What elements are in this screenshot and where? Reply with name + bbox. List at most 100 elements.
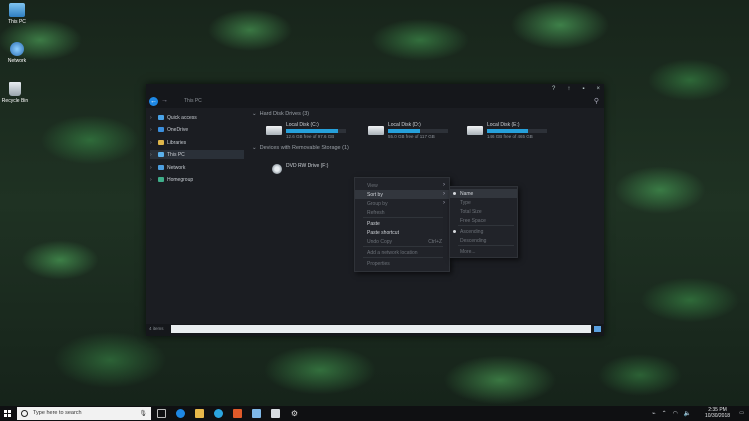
menu-item-label: Sort by xyxy=(367,192,383,198)
expand-arrow-icon[interactable]: › xyxy=(150,140,155,146)
desktop-icon-label: Network xyxy=(7,58,27,64)
drive-tile-e[interactable]: Local Disk (E:) 146 GB free of 465 GB xyxy=(467,121,557,141)
chevron-down-icon: ⌄ xyxy=(252,145,257,151)
menu-item-label: Properties xyxy=(367,261,390,267)
menu-item-label: Group by xyxy=(367,201,388,207)
menu-item-label: View xyxy=(367,183,378,189)
sidebar-item-quick-access[interactable]: › Quick access xyxy=(150,113,244,122)
microphone-icon[interactable]: 🎙 xyxy=(139,410,147,417)
task-view-icon[interactable] xyxy=(157,409,166,418)
telegram-icon[interactable] xyxy=(214,409,223,418)
dvd-drive-icon xyxy=(272,164,282,174)
menu-separator xyxy=(458,225,514,226)
context-menu-item-add-a-network-location[interactable]: Add a network location xyxy=(355,248,449,257)
status-bar-area xyxy=(171,325,591,333)
search-icon[interactable]: ⚲ xyxy=(594,97,599,105)
context-menu-item-view[interactable]: View › xyxy=(355,181,449,190)
back-arrow-icon[interactable]: ← xyxy=(149,97,158,106)
notification-center-icon[interactable]: ▭ xyxy=(739,410,744,416)
hard-drive-icon xyxy=(467,126,483,135)
chevron-right-icon: › xyxy=(443,191,445,197)
sidebar-item-label: OneDrive xyxy=(167,126,189,133)
drive-usage-bar xyxy=(487,129,547,133)
sidebar-item-homegroup[interactable]: › Homegroup xyxy=(150,175,244,184)
chevron-right-icon: › xyxy=(443,200,445,206)
tiles-view-icon[interactable] xyxy=(594,326,601,332)
menu-item-label: Free Space xyxy=(460,218,486,224)
volume-icon[interactable]: 🔈 xyxy=(684,410,691,417)
notepad-icon[interactable] xyxy=(271,409,280,418)
drive-usage-bar xyxy=(388,129,448,133)
help-button[interactable]: ? xyxy=(552,86,555,92)
close-button[interactable]: × xyxy=(596,86,600,92)
context-menu-item-properties[interactable]: Properties xyxy=(355,259,449,268)
edge-browser-icon[interactable] xyxy=(176,409,185,418)
drive-tile-d[interactable]: Local Disk (D:) 55.0 GB free of 117 GB xyxy=(368,121,458,141)
taskbar-clock[interactable]: 2:35 PM 10/30/2018 xyxy=(705,407,730,419)
sort-option-type[interactable]: Type xyxy=(450,198,517,207)
clock-date: 10/30/2018 xyxy=(705,413,731,419)
sort-option-ascending[interactable]: Ascending xyxy=(450,227,517,236)
search-placeholder: Type here to search xyxy=(33,410,82,416)
group-header-label: Hard Disk Drives (3) xyxy=(259,111,310,117)
menu-separator xyxy=(363,246,443,247)
wifi-icon[interactable]: ◠ xyxy=(673,410,678,417)
desktop-icon-network[interactable]: Network xyxy=(2,42,32,64)
file-explorer-icon[interactable] xyxy=(195,409,204,418)
menu-item-label: Descending xyxy=(460,238,487,244)
sidebar-item-label: Network xyxy=(167,164,186,171)
drive-usage-bar xyxy=(286,129,346,133)
chevron-right-icon: › xyxy=(443,182,445,188)
maximize-button[interactable]: ▪ xyxy=(582,86,584,92)
drive-name: Local Disk (C:) xyxy=(286,122,319,128)
hard-drive-icon xyxy=(368,126,384,135)
drive-tile-dvd[interactable]: DVD RW Drive (F:) xyxy=(270,162,360,182)
context-menu-item-refresh[interactable]: Refresh xyxy=(355,208,449,217)
sidebar-item-this-pc[interactable]: › This PC xyxy=(150,150,244,159)
chevron-up-icon[interactable]: ⌃ xyxy=(662,410,667,417)
network-tray-icon[interactable]: ⌁ xyxy=(652,410,656,417)
app-icon[interactable] xyxy=(252,409,261,418)
context-menu-item-sort-by[interactable]: Sort by › xyxy=(355,190,449,199)
desktop-icon-recycle-bin[interactable]: Recycle Bin xyxy=(0,82,30,104)
system-tray: ⌁ ⌃ ◠ 🔈 xyxy=(652,410,691,417)
desktop-icon-label: Recycle Bin xyxy=(1,98,29,104)
desktop-icon-this-pc[interactable]: This PC xyxy=(2,3,32,25)
sidebar-item-network[interactable]: › Network xyxy=(150,163,244,172)
address-path[interactable]: This PC xyxy=(184,98,202,104)
drive-name: DVD RW Drive (F:) xyxy=(286,163,329,169)
drive-tile-c[interactable]: Local Disk (C:) 12.6 GB free of 97.6 GB xyxy=(266,121,356,141)
context-menu-item-group-by[interactable]: Group by › xyxy=(355,199,449,208)
menu-separator xyxy=(363,257,443,258)
menu-item-label: Refresh xyxy=(367,210,385,216)
context-menu-item-paste-shortcut[interactable]: Paste shortcut xyxy=(355,228,449,237)
windows-start-icon[interactable] xyxy=(4,410,11,417)
sidebar-item-libraries[interactable]: › Libraries xyxy=(150,138,244,147)
forward-arrow-icon[interactable]: → xyxy=(161,97,168,104)
context-menu-item-paste[interactable]: Paste xyxy=(355,219,449,228)
group-header-removable[interactable]: ⌄ Devices with Removable Storage (1) xyxy=(252,145,349,151)
expand-arrow-icon[interactable]: › xyxy=(150,165,155,171)
expand-arrow-icon[interactable]: › xyxy=(150,152,155,158)
expand-arrow-icon[interactable]: › xyxy=(150,115,155,121)
expand-arrow-icon[interactable]: › xyxy=(150,177,155,183)
sidebar-item-label: Homegroup xyxy=(167,176,194,183)
sort-option-more[interactable]: More... xyxy=(450,247,517,256)
expand-ribbon-button[interactable]: ↑ xyxy=(567,86,570,92)
context-menu-item-undo-copy[interactable]: Undo Copy Ctrl+Z xyxy=(355,237,449,246)
sort-option-name[interactable]: Name xyxy=(450,189,517,198)
sort-option-descending[interactable]: Descending xyxy=(450,236,517,245)
expand-arrow-icon[interactable]: › xyxy=(150,127,155,133)
settings-gear-icon[interactable]: ⚙ xyxy=(290,409,299,418)
sidebar-item-onedrive[interactable]: › OneDrive xyxy=(150,125,244,134)
hard-drive-icon xyxy=(266,126,282,135)
sort-option-free-space[interactable]: Free Space xyxy=(450,216,517,225)
brave-browser-icon[interactable] xyxy=(233,409,242,418)
sort-option-total-size[interactable]: Total Size xyxy=(450,207,517,216)
library-icon xyxy=(158,140,164,145)
status-bar: 4 items xyxy=(146,324,604,336)
menu-separator xyxy=(458,245,514,246)
taskbar-search-box[interactable]: Type here to search 🎙 xyxy=(17,407,151,420)
group-header-hard-disks[interactable]: ⌄ Hard Disk Drives (3) xyxy=(252,111,309,117)
menu-item-label: Add a network location xyxy=(367,250,418,256)
